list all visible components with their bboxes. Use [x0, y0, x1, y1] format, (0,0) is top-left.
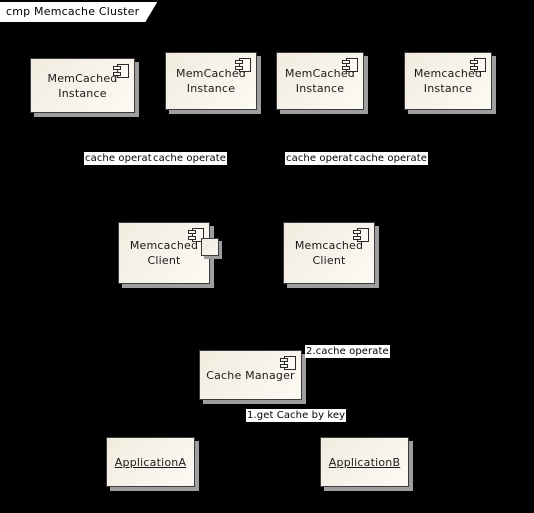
component-icon — [280, 356, 296, 370]
edge-label-manager-to-client: 2.cache operate — [305, 345, 390, 358]
component-memcached-instance-2[interactable]: MemCached Instance — [165, 52, 257, 110]
component-memcached-instance-1[interactable]: MemCached Instance — [30, 58, 135, 113]
edge-label-app-to-manager: 1.get Cache by key — [246, 409, 347, 422]
component-label: Memcached Client — [294, 239, 364, 267]
connector-instance1-to-client1 — [82, 118, 83, 152]
connector-client1-to-manager — [166, 287, 167, 350]
component-icon — [342, 58, 358, 72]
component-icon — [113, 64, 129, 78]
connector-instance3-to-client2 — [320, 118, 321, 152]
edge-label-cache-operate-2a: cache operate — [285, 152, 361, 165]
component-icon — [353, 228, 369, 242]
component-application-a[interactable]: ApplicationA — [106, 437, 195, 487]
connector-label3-to-client2 — [320, 165, 321, 222]
port-square[interactable] — [201, 238, 219, 256]
component-icon — [470, 58, 486, 72]
diagram-frame-tab: cmp Memcache Cluster — [0, 2, 157, 22]
component-application-b[interactable]: ApplicationB — [320, 437, 409, 487]
component-cache-manager[interactable]: Cache Manager — [199, 350, 302, 400]
connector-instance4-to-client2 — [447, 118, 448, 152]
component-icon — [235, 58, 251, 72]
connector-manager-to-appa — [150, 400, 151, 437]
diagram-canvas: cmp Memcache Cluster MemCached Instance … — [0, 0, 534, 513]
component-memcached-client-1[interactable]: Memcached Client — [118, 222, 210, 284]
component-label: MemCached Instance — [47, 71, 118, 100]
connector-label1-to-client1 — [82, 165, 83, 222]
connector-manager-to-appb — [364, 400, 365, 437]
connector-label2-to-client1 — [211, 165, 212, 222]
component-label: ApplicationA — [114, 455, 187, 469]
component-label: ApplicationB — [328, 455, 401, 469]
component-memcached-instance-3[interactable]: MemCached Instance — [276, 52, 364, 110]
edge-label-cache-operate-1b: cache operate — [152, 152, 228, 165]
edge-label-cache-operate-2b: cache operate — [353, 152, 429, 165]
connector-instance2-to-client1 — [211, 118, 212, 152]
connector-client2-to-manager — [329, 287, 330, 350]
edge-label-cache-operate-1a: cache operate — [84, 152, 160, 165]
component-memcached-instance-4[interactable]: Memcached Instance — [404, 52, 492, 110]
connector-label4-to-client2 — [447, 165, 448, 222]
component-label: Memcached Client — [129, 239, 199, 267]
component-memcached-client-2[interactable]: Memcached Client — [283, 222, 375, 284]
